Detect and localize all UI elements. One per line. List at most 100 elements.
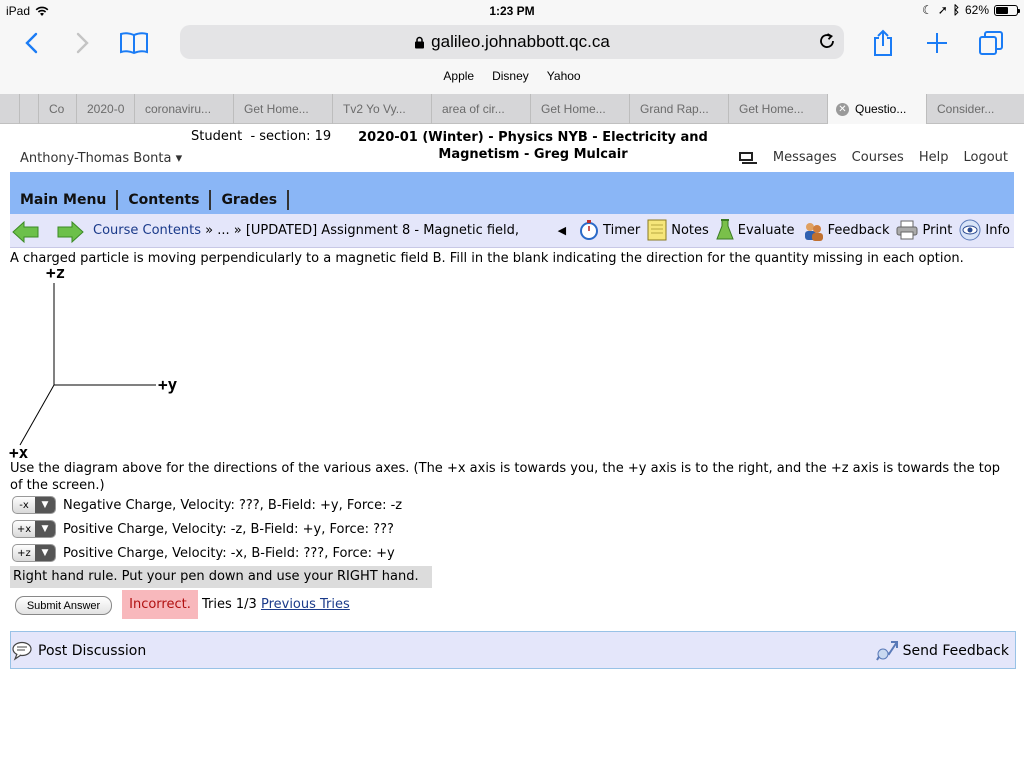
tab-spacer [0, 94, 19, 124]
evaluate-label: Evaluate [737, 222, 795, 238]
browser-tab[interactable]: Co [38, 94, 76, 124]
option-text: Positive Charge, Velocity: -z, B-Field: … [63, 521, 394, 537]
lock-icon [415, 36, 425, 48]
feedback-label: Feedback [827, 222, 890, 238]
course-title-line-1: 2020-01 (Winter) - Physics NYB - Electri… [358, 130, 708, 145]
x-axis-label: +x [9, 443, 29, 460]
menu-grades[interactable]: Grades [211, 190, 290, 210]
discussion-bubble-icon [12, 641, 32, 661]
dropdown-arrow-icon: ▼ [35, 497, 55, 513]
reload-icon[interactable] [818, 32, 836, 55]
send-feedback-button[interactable]: Send Feedback [875, 640, 1009, 662]
course-nav-bar: Course Contents » ... » [UPDATED] Assign… [10, 214, 1014, 248]
hint-box: Right hand rule. Put your pen down and u… [10, 566, 432, 588]
submit-answer-button[interactable]: Submit Answer [15, 596, 112, 615]
favorites-bar: Apple Disney Yahoo [0, 69, 1024, 83]
problem-statement: A charged particle is moving perpendicul… [10, 251, 964, 266]
tabs-overview-icon[interactable] [976, 28, 1006, 58]
bookmarks-icon[interactable] [119, 28, 149, 58]
browser-tab[interactable]: area of cir... [431, 94, 530, 124]
flask-icon [716, 219, 734, 240]
status-time: 1:23 PM [489, 4, 535, 18]
help-link[interactable]: Help [919, 150, 949, 165]
browser-tab[interactable]: Grand Rap... [629, 94, 728, 124]
option-row: +z ▼ Positive Charge, Velocity: -x, B-Fi… [12, 543, 395, 563]
send-feedback-icon [875, 641, 898, 661]
browser-tab[interactable]: coronaviru... [134, 94, 233, 124]
post-discussion-label: Post Discussion [38, 643, 147, 659]
course-title: 2020-01 (Winter) - Physics NYB - Electri… [350, 129, 716, 163]
notepad-icon [647, 219, 667, 241]
direction-select[interactable]: +z ▼ [12, 544, 56, 562]
browser-tab-active[interactable]: ✕ Questio... [827, 94, 926, 124]
moon-icon: ☾ [921, 3, 933, 17]
courses-link[interactable]: Courses [852, 150, 904, 165]
post-discussion-button[interactable]: Post Discussion [12, 641, 146, 661]
browser-tab[interactable]: Get Home... [530, 94, 629, 124]
new-tab-icon[interactable] [922, 28, 952, 58]
notes-button[interactable]: Notes [647, 219, 709, 241]
stopwatch-icon [580, 220, 599, 240]
direction-select[interactable]: -x ▼ [12, 496, 56, 514]
location-icon: ➚ [937, 3, 948, 17]
evaluate-button[interactable]: Evaluate [716, 219, 795, 241]
favorite-disney[interactable]: Disney [492, 69, 529, 83]
favorite-apple[interactable]: Apple [443, 69, 474, 83]
tab-bar: Co 2020-0 coronaviru... Get Home... Tv2 … [0, 94, 1024, 124]
breadcrumb: Course Contents » ... » [UPDATED] Assign… [93, 223, 519, 238]
main-menu-bar: Main Menu Contents Grades [10, 172, 1014, 214]
tries-count: Tries 1/3 [202, 597, 257, 612]
info-eye-icon [959, 219, 981, 241]
browser-tab[interactable]: 2020-0 [76, 94, 134, 124]
main-menu: Main Menu Contents Grades [10, 190, 290, 210]
favorite-yahoo[interactable]: Yahoo [547, 69, 581, 83]
select-value: +x [16, 523, 32, 535]
menu-main-menu[interactable]: Main Menu [10, 190, 119, 210]
messages-link[interactable]: Messages [773, 150, 837, 165]
printer-icon [896, 220, 918, 240]
share-icon[interactable] [868, 28, 898, 58]
bluetooth-icon: ᛒ [952, 3, 960, 17]
x-axis-line [19, 384, 55, 446]
info-label: Info [985, 222, 1010, 238]
collapse-arrow-icon[interactable]: ◀ [558, 224, 566, 237]
menu-contents[interactable]: Contents [118, 190, 212, 210]
info-button[interactable]: Info [959, 219, 1010, 241]
feedback-button[interactable]: Feedback [802, 219, 890, 241]
browser-tab[interactable]: Tv2 Yo Vy... [332, 94, 431, 124]
timer-label: Timer [603, 222, 641, 238]
close-tab-icon[interactable]: ✕ [836, 102, 849, 116]
dropdown-arrow-icon: ▼ [35, 545, 55, 561]
student-section: Student - section: 19 [191, 129, 332, 144]
back-icon[interactable] [16, 28, 46, 58]
tries-info: Tries 1/3 Previous Tries [202, 597, 350, 612]
print-button[interactable]: Print [896, 220, 952, 240]
logout-link[interactable]: Logout [963, 150, 1008, 165]
discussion-bar: Post Discussion Send Feedback [10, 631, 1016, 669]
print-label: Print [922, 222, 953, 238]
notes-label: Notes [671, 222, 709, 238]
previous-arrow-icon[interactable] [12, 221, 40, 243]
breadcrumb-path: » ... » [UPDATED] Assignment 8 - Magneti… [201, 223, 520, 238]
browser-toolbar: galileo.johnabbott.qc.ca Apple Disney Ya… [0, 22, 1024, 94]
active-tab-label: Questio... [855, 102, 907, 116]
dropdown-arrow-icon: ▼ [35, 521, 55, 537]
battery-icon [994, 4, 1020, 16]
forward-icon[interactable] [68, 28, 98, 58]
send-feedback-label: Send Feedback [902, 643, 1009, 659]
messages-icon[interactable] [738, 151, 758, 165]
previous-tries-link[interactable]: Previous Tries [261, 597, 350, 612]
direction-select[interactable]: +x ▼ [12, 520, 56, 538]
browser-tab[interactable]: Get Home... [233, 94, 332, 124]
browser-tab[interactable]: Consider... [926, 94, 1023, 124]
next-arrow-icon[interactable] [56, 221, 84, 243]
select-value: -x [19, 499, 29, 511]
user-menu[interactable]: Anthony-Thomas Bonta ▾ [20, 151, 182, 166]
browser-tab[interactable]: Get Home... [728, 94, 827, 124]
tool-bar: ◀ Timer Notes Evaluate Feedback Print In… [558, 219, 1010, 241]
url-field[interactable]: galileo.johnabbott.qc.ca [180, 25, 844, 59]
timer-button[interactable]: Timer [579, 219, 640, 241]
people-feedback-icon [804, 223, 823, 241]
option-row: +x ▼ Positive Charge, Velocity: -z, B-Fi… [12, 519, 394, 539]
course-contents-link[interactable]: Course Contents [93, 223, 201, 238]
